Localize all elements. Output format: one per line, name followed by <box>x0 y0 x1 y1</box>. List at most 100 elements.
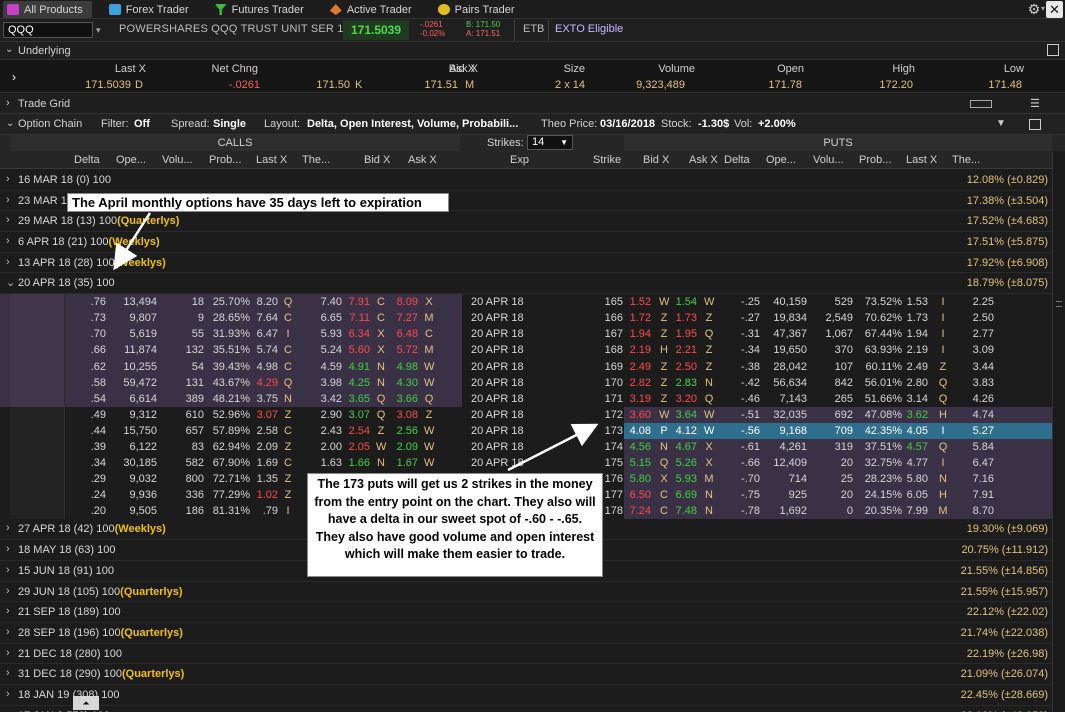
expiration-row[interactable]: › 29 MAR 18 (13) 100(Quarterlys) 17.52% (±… <box>0 211 1052 233</box>
col-put-last[interactable]: Last X <box>906 154 937 166</box>
col-probability[interactable]: Prob... <box>209 154 241 166</box>
col-put-probability[interactable]: Prob... <box>859 154 891 166</box>
col-put-open-interest[interactable]: Ope... <box>766 154 796 166</box>
col-put-ask[interactable]: Ask X <box>689 154 718 166</box>
call-ask[interactable]: 1.67 <box>392 457 418 469</box>
chevron-right-icon[interactable]: › <box>12 70 16 84</box>
put-ask[interactable]: 1.54 <box>673 296 697 308</box>
collapse-all-icon[interactable]: ⏶ <box>73 696 99 710</box>
tab-active-trader[interactable]: Active Trader <box>326 1 421 18</box>
chevron-down-icon[interactable]: ⌄ <box>5 44 13 55</box>
col-put-delta[interactable]: Delta <box>724 154 750 166</box>
call-ask[interactable]: 3.08 <box>392 409 418 421</box>
put-bid[interactable]: 3.60 <box>627 409 651 421</box>
call-bid[interactable]: 5.60 <box>345 344 370 356</box>
put-bid[interactable]: 4.56 <box>627 441 651 453</box>
chevron-right-icon[interactable]: › <box>6 647 10 659</box>
call-ask[interactable]: 5.72 <box>392 344 418 356</box>
tab-pairs-trader[interactable]: Pairs Trader <box>434 1 524 18</box>
col-bid[interactable]: Bid X <box>364 154 390 166</box>
chevron-right-icon[interactable]: › <box>6 194 10 206</box>
col-ask[interactable]: Ask X <box>408 154 437 166</box>
close-icon[interactable]: ✕ <box>1046 1 1063 18</box>
underlying-section-header[interactable]: ⌄ Underlying <box>0 42 1065 60</box>
call-bid[interactable]: 4.25 <box>345 377 370 389</box>
put-bid[interactable]: 6.50 <box>627 489 651 501</box>
chevron-right-icon[interactable]: › <box>6 97 10 109</box>
popout-icon[interactable] <box>1047 44 1059 56</box>
col-volume[interactable]: Volu... <box>162 154 193 166</box>
symbol-input[interactable]: QQQ <box>3 22 93 38</box>
put-ask[interactable]: 2.50 <box>673 361 697 373</box>
expiration-row[interactable]: › 28 SEP 18 (196) 100(Quarterlys) 21.74% (… <box>0 622 1052 644</box>
option-row-strike-169[interactable]: .62 10,255 54 39.43% 4.98 C 4.59 4.91 N 4.98 W 20 A… <box>0 358 1052 375</box>
col-last[interactable]: Last X <box>256 154 287 166</box>
chevron-right-icon[interactable]: › <box>6 688 10 700</box>
expiration-row[interactable]: › 21 DEC 18 (280) 100 22.19% (±26.98) <box>0 643 1052 665</box>
chevron-down-icon[interactable]: ⌄ <box>6 276 15 289</box>
option-row-strike-168[interactable]: .66 11,874 132 35.51% 5.74 C 5.24 5.60 X 5.72 M 20 … <box>0 342 1052 359</box>
call-bid[interactable]: 6.34 <box>345 328 370 340</box>
put-ask[interactable]: 2.21 <box>673 344 697 356</box>
put-ask[interactable]: 2.83 <box>673 377 697 389</box>
call-ask[interactable]: 4.30 <box>392 377 418 389</box>
layout-select[interactable]: Delta, Open Interest, Volume, Probabili.… <box>307 118 518 130</box>
option-row-strike-165[interactable]: .76 13,494 18 25.70% 8.20 Q 7.40 7.91 C 8.09 X 20 A… <box>0 294 1052 311</box>
put-bid[interactable]: 2.49 <box>627 361 651 373</box>
put-bid[interactable]: 1.72 <box>627 312 651 324</box>
put-ask[interactable]: 1.95 <box>673 328 697 340</box>
expiration-row[interactable]: ⌄ 20 APR 18 (35) 100 18.79% (±8.075) <box>0 273 1052 295</box>
expiration-row[interactable]: › 16 MAR 18 (0) 100 12.08% (±0.829) <box>0 170 1052 191</box>
spread-select[interactable]: Single <box>213 118 246 130</box>
scrollbar-grip[interactable] <box>1056 301 1062 307</box>
tab-forex-trader[interactable]: Forex Trader <box>105 1 198 18</box>
chevron-down-icon[interactable]: ▾ <box>1041 4 1045 13</box>
call-bid[interactable]: 2.54 <box>345 425 370 437</box>
chevron-right-icon[interactable]: › <box>6 543 10 555</box>
col-delta[interactable]: Delta <box>74 154 100 166</box>
col-exp[interactable]: Exp <box>510 154 529 166</box>
strikes-select[interactable]: 14 ▼ <box>527 135 573 150</box>
option-row-strike-175[interactable]: .34 30,185 582 67.90% 1.69 C 1.63 1.66 N 1.67 W 20 … <box>0 455 1052 472</box>
vol-adjust[interactable]: +2.00% <box>758 118 796 130</box>
put-ask[interactable]: 3.20 <box>673 393 697 405</box>
put-bid[interactable]: 3.19 <box>627 393 651 405</box>
chevron-right-icon[interactable]: › <box>6 564 10 576</box>
put-ask[interactable]: 5.26 <box>673 457 697 469</box>
put-ask[interactable]: 3.64 <box>673 409 697 421</box>
call-bid[interactable]: 1.66 <box>345 457 370 469</box>
option-row-strike-167[interactable]: .70 5,619 55 31.93% 6.47 I 5.93 6.34 X 6.48 C 20 AP… <box>0 326 1052 343</box>
col-put-volume[interactable]: Volu... <box>813 154 844 166</box>
expiration-row[interactable]: › 21 SEP 18 (189) 100 22.12% (±22.02) <box>0 602 1052 623</box>
expiration-row[interactable]: › 6 APR 18 (21) 100(Weeklys) 17.51% (±5.87… <box>0 232 1052 253</box>
col-theo[interactable]: The... <box>302 154 330 166</box>
put-bid[interactable]: 7.24 <box>627 505 651 517</box>
call-bid[interactable]: 7.91 <box>345 296 370 308</box>
expiration-row[interactable]: › 13 APR 18 (28) 100(Weeklys) 17.92% (±6.9… <box>0 252 1052 274</box>
col-open-interest[interactable]: Ope... <box>116 154 146 166</box>
put-ask[interactable]: 4.12 <box>673 425 697 437</box>
call-bid[interactable]: 3.07 <box>345 409 370 421</box>
symbol-dropdown-icon[interactable]: ▾ <box>96 22 108 38</box>
call-ask[interactable]: 7.27 <box>392 312 418 324</box>
chevron-right-icon[interactable]: › <box>6 522 10 534</box>
col-put-theo[interactable]: The... <box>952 154 980 166</box>
stock-adjust[interactable]: -1.30$ <box>698 118 729 130</box>
call-bid[interactable]: 3.65 <box>345 393 370 405</box>
chevron-right-icon[interactable]: › <box>6 667 10 679</box>
popout-icon[interactable] <box>1029 119 1041 130</box>
call-ask[interactable]: 4.98 <box>392 361 418 373</box>
put-bid[interactable]: 4.08 <box>627 425 651 437</box>
trade-grid-header[interactable]: › Trade Grid ☰ <box>0 94 1065 114</box>
call-ask[interactable]: 6.48 <box>392 328 418 340</box>
col-put-bid[interactable]: Bid X <box>643 154 669 166</box>
call-bid[interactable]: 7.11 <box>345 312 370 324</box>
chevron-right-icon[interactable]: › <box>6 173 10 185</box>
option-row-strike-171[interactable]: .54 6,614 389 48.21% 3.75 N 3.42 3.65 Q 3.66 Q 20 A… <box>0 390 1052 407</box>
call-bid[interactable]: 2.05 <box>345 441 370 453</box>
put-bid[interactable]: 5.15 <box>627 457 651 469</box>
chevron-down-icon[interactable]: ⌄ <box>6 118 14 129</box>
put-bid[interactable]: 1.52 <box>627 296 651 308</box>
filter-select[interactable]: Off <box>134 118 150 130</box>
call-ask[interactable]: 8.09 <box>392 296 418 308</box>
